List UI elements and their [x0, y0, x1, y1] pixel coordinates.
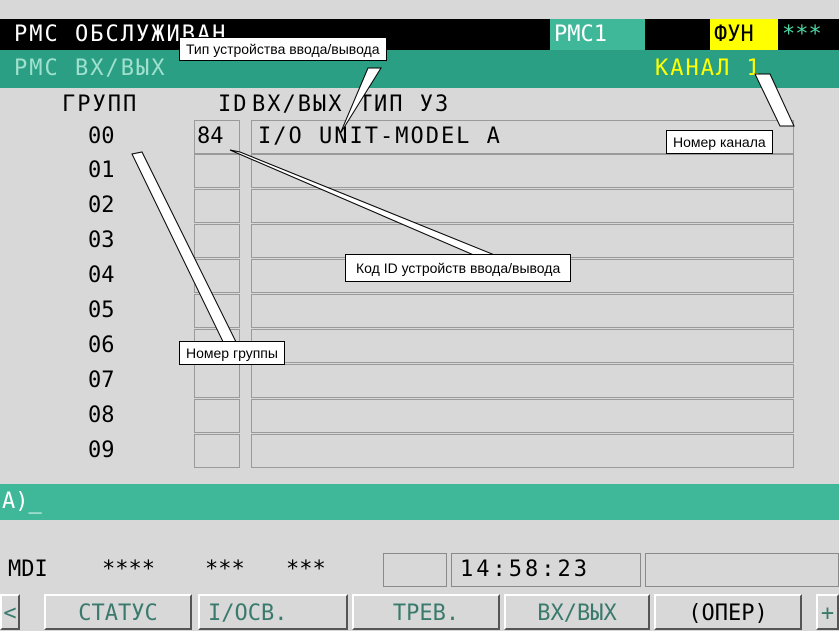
leader-type	[339, 67, 382, 135]
leader-id	[229, 149, 504, 263]
callout-device-id: Код ID устройств ввода/вывода	[345, 254, 572, 282]
callout-group-number: Номер группы	[179, 341, 285, 365]
callout-channel-number: Номер канала	[666, 130, 773, 154]
leader-channel	[754, 73, 795, 127]
leader-group	[131, 151, 241, 353]
pmc-screen: РМС ОБСЛУЖИВАН РМС1 ФУН *** РМС ВХ/ВЫХ К…	[0, 0, 839, 631]
callout-leaders	[131, 67, 795, 353]
callout-device-type: Тип устройства ввода/вывода	[179, 37, 387, 61]
